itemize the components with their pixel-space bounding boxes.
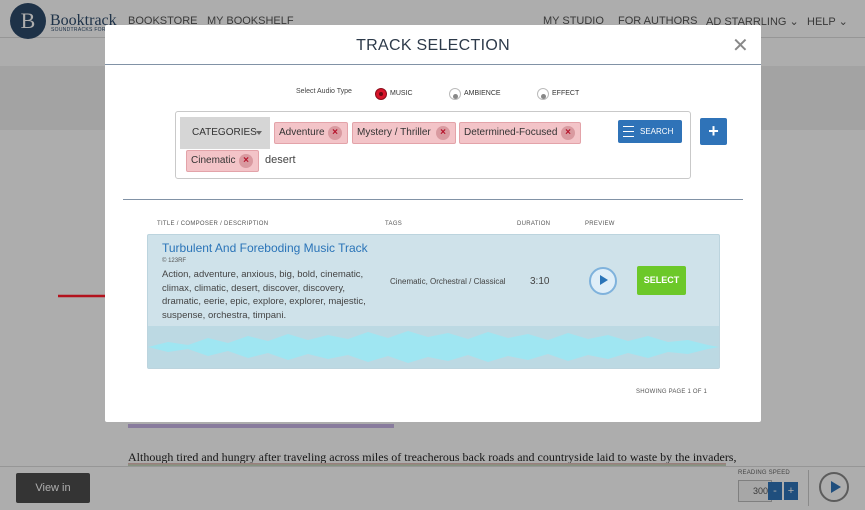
tag-label: Cinematic — [191, 155, 236, 166]
radio-ambience[interactable]: AMBIENCE — [449, 87, 501, 101]
tag-determined-focused: Determined-Focused × — [459, 122, 581, 144]
remove-tag-icon[interactable]: × — [436, 126, 450, 140]
column-header-tags: TAGS — [385, 221, 403, 227]
search-button[interactable]: SEARCH — [618, 120, 682, 143]
remove-tag-icon[interactable]: × — [239, 154, 253, 168]
column-header-title: TITLE / COMPOSER / DESCRIPTION — [157, 221, 269, 227]
radio-music[interactable]: MUSIC — [375, 87, 413, 101]
search-input[interactable]: desert — [265, 154, 296, 166]
waveform[interactable] — [148, 326, 719, 368]
track-duration: 3:10 — [530, 276, 550, 287]
caret-down-icon — [256, 131, 262, 135]
tag-cinematic: Cinematic × — [186, 150, 259, 172]
remove-tag-icon[interactable]: × — [561, 126, 575, 140]
radio-unselected-icon[interactable] — [537, 88, 549, 100]
select-track-button[interactable]: SELECT — [637, 266, 686, 295]
menu-icon — [623, 126, 634, 137]
search-button-label: SEARCH — [640, 127, 674, 136]
tag-adventure: Adventure × — [274, 122, 348, 144]
categories-dropdown[interactable]: CATEGORIES — [180, 117, 270, 149]
radio-music-label: MUSIC — [390, 90, 413, 97]
radio-ambience-label: AMBIENCE — [464, 90, 501, 97]
column-header-preview: PREVIEW — [585, 221, 615, 227]
radio-effect-label: EFFECT — [552, 90, 580, 97]
tag-mystery-thriller: Mystery / Thriller × — [352, 122, 456, 144]
column-header-duration: DURATION — [517, 221, 551, 227]
track-selection-modal: TRACK SELECTION ✕ Select Audio Type MUSI… — [105, 25, 761, 422]
track-tags: Cinematic, Orchestral / Classical — [390, 277, 506, 286]
track-title[interactable]: Turbulent And Foreboding Music Track — [162, 241, 368, 255]
pagination-status: SHOWING PAGE 1 OF 1 — [636, 389, 708, 395]
categories-label: CATEGORIES — [192, 127, 257, 138]
add-button[interactable]: + — [700, 118, 727, 145]
tag-label: Determined-Focused — [464, 127, 558, 138]
modal-title: TRACK SELECTION — [356, 37, 510, 54]
track-credit: © 123RF — [162, 258, 187, 264]
audio-type-label: Select Audio Type — [296, 88, 352, 95]
play-icon[interactable] — [589, 267, 617, 295]
waveform-graphic — [148, 331, 719, 363]
tag-label: Mystery / Thriller — [357, 127, 431, 138]
tag-label: Adventure — [279, 127, 325, 138]
remove-tag-icon[interactable]: × — [328, 126, 342, 140]
radio-unselected-icon[interactable] — [449, 88, 461, 100]
results-divider — [123, 199, 743, 200]
track-row[interactable]: Turbulent And Foreboding Music Track © 1… — [147, 234, 720, 369]
title-divider — [105, 64, 761, 65]
radio-effect[interactable]: EFFECT — [537, 87, 579, 101]
close-icon[interactable]: ✕ — [732, 36, 749, 56]
track-description: Action, adventure, anxious, big, bold, c… — [162, 269, 366, 321]
radio-selected-icon[interactable] — [375, 88, 387, 100]
